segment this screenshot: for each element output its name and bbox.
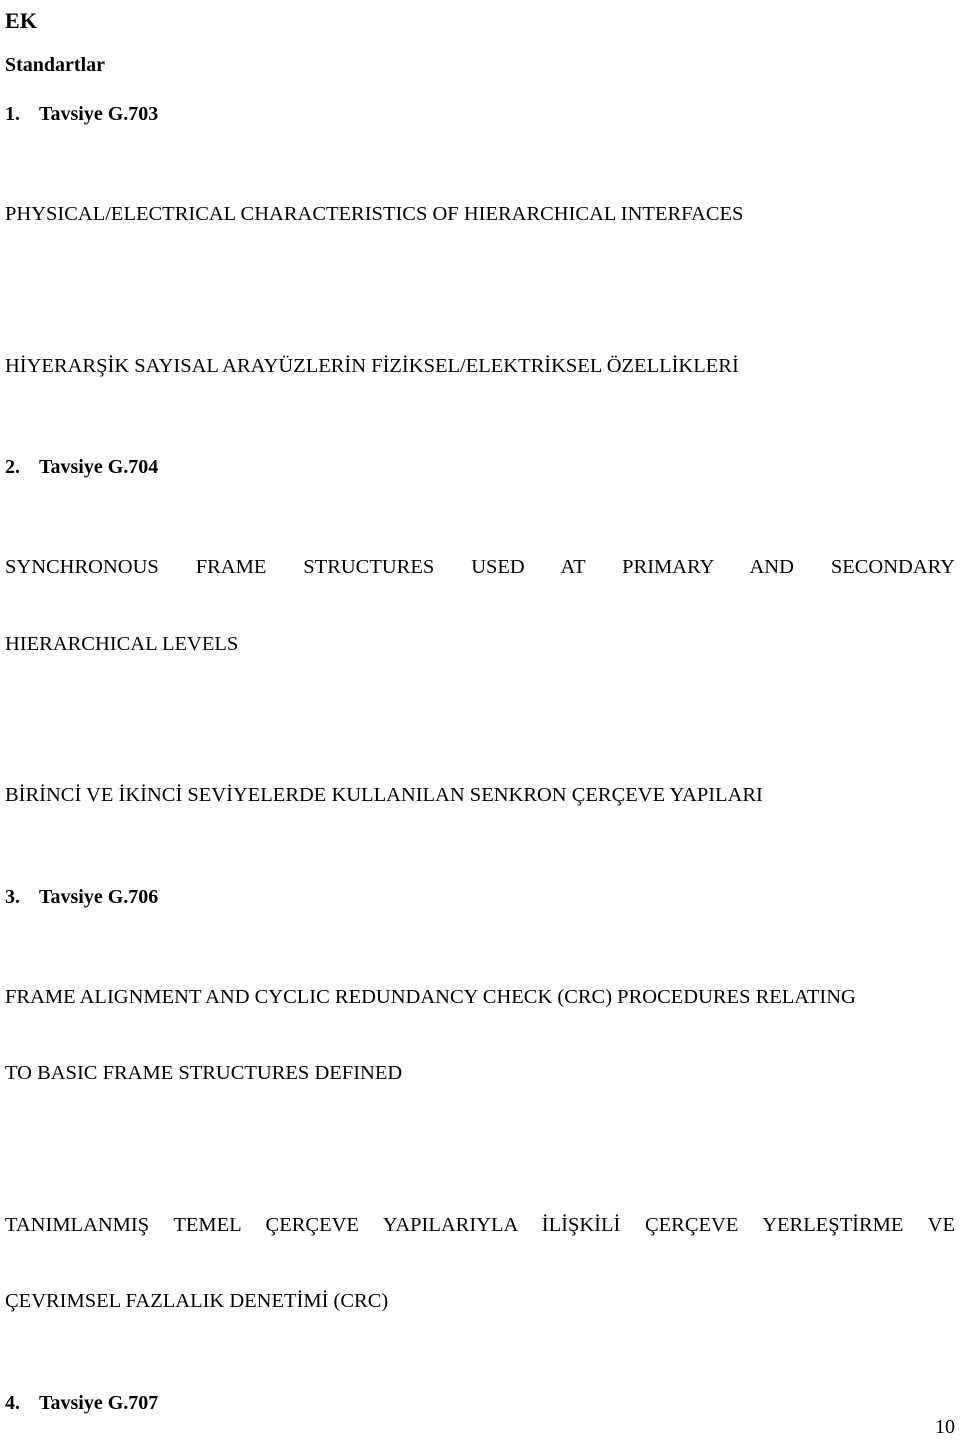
standard-title-turkish: TANIMLANMIŞ TEMEL ÇERÇEVE YAPILARIYLA İL… [5, 1138, 955, 1366]
standard-number: 4. [5, 1391, 20, 1414]
standard-title-english-line1: PHYSICAL/ELECTRICAL CHARACTERISTICS OF H… [5, 203, 744, 225]
standard-name: Tavsiye G.704 [39, 456, 159, 478]
standard-title-turkish: HİYERARŞİK SAYISAL ARAYÜZLERİN FİZİKSEL/… [5, 279, 955, 431]
standard-number: 2. [5, 456, 20, 478]
standard-number: 1. [5, 103, 20, 125]
standard-number: 3. [5, 885, 20, 908]
standard-heading: 4. Tavsiye G.707 [5, 1366, 955, 1416]
standard-title-turkish-line2: ÇEVRIMSEL FAZLALIK DENETİMİ (CRC) [5, 1290, 389, 1312]
standard-heading: 3. Tavsiye G.706 [5, 860, 955, 910]
page-subtitle: Standartlar [5, 54, 105, 76]
standard-heading: 1. Tavsiye G.703 [5, 77, 955, 127]
standard-title-english-line1: SYNCHRONOUS FRAME STRUCTURES USED AT PRI… [5, 556, 955, 578]
page-content: EK Standartlar 1. Tavsiye G.703 PHYSICAL… [5, 0, 955, 1447]
standard-title-english: PHYSICAL/ELECTRICAL CHARACTERISTICS OF H… [5, 127, 955, 279]
page-number: 10 [935, 1416, 955, 1438]
standard-title-turkish-line1: HİYERARŞİK SAYISAL ARAYÜZLERİN FİZİKSEL/… [5, 354, 739, 377]
standard-heading: 2. Tavsiye G.704 [5, 430, 955, 480]
standard-title-turkish: BİRİNCİ VE İKİNCİ SEVİYELERDE KULLANILAN… [5, 708, 955, 860]
standard-name: Tavsiye G.706 [39, 885, 159, 908]
standard-title-english: FRAME ALIGNMENT AND CYCLIC REDUNDANCY CH… [5, 910, 955, 1138]
standard-title-turkish-line1: TANIMLANMIŞ TEMEL ÇERÇEVE YAPILARIYLA İL… [5, 1213, 955, 1236]
standard-title-english: SYNCHRONOUS FRAME STRUCTURES USED AT PRI… [5, 480, 955, 708]
page-title: EK [5, 8, 38, 33]
standard-name: Tavsiye G.707 [39, 1391, 159, 1414]
standard-title-english: NETWORK NODE INTERFACE FOR THE SYNCHRONO… [5, 1416, 955, 1447]
standard-title-english-line1: FRAME ALIGNMENT AND CYCLIC REDUNDANCY CH… [5, 985, 856, 1008]
document-page: EK Standartlar 1. Tavsiye G.703 PHYSICAL… [0, 0, 960, 1447]
standard-title-english-line2: TO BASIC FRAME STRUCTURES DEFINED [5, 1062, 403, 1084]
standard-title-english-line2: HIERARCHICAL LEVELS [5, 632, 239, 655]
standard-title-turkish-line1: BİRİNCİ VE İKİNCİ SEVİYELERDE KULLANILAN… [5, 784, 763, 806]
standard-name: Tavsiye G.703 [39, 103, 159, 125]
